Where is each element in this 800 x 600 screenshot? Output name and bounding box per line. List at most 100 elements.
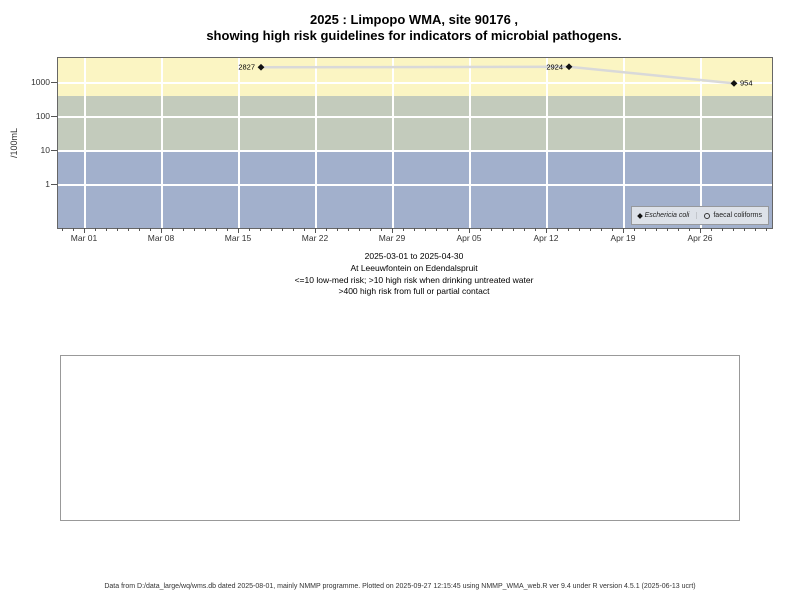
caption-guideline-contact: >400 high risk from full or partial cont… bbox=[57, 286, 771, 298]
legend-label-faecal: faecal coliforms bbox=[713, 212, 762, 219]
data-point-label: 2827 bbox=[238, 63, 255, 72]
data-point-marker bbox=[258, 64, 265, 71]
x-tick-minor bbox=[260, 228, 261, 231]
x-tick-minor bbox=[117, 228, 118, 231]
x-tick-label: Apr 12 bbox=[516, 233, 576, 243]
x-tick-minor bbox=[447, 228, 448, 231]
x-tick-minor bbox=[524, 228, 525, 231]
y-tick bbox=[51, 150, 57, 151]
x-tick-minor bbox=[656, 228, 657, 231]
x-tick-minor bbox=[579, 228, 580, 231]
x-tick-minor bbox=[150, 228, 151, 231]
x-tick-minor bbox=[568, 228, 569, 231]
x-tick-minor bbox=[282, 228, 283, 231]
x-tick-minor bbox=[733, 228, 734, 231]
legend-item-ecoli: Eschericia coli bbox=[638, 212, 690, 219]
caption-guideline-drinking: <=10 low-med risk; >10 high risk when dr… bbox=[57, 275, 771, 287]
data-point-label: 2924 bbox=[546, 62, 563, 71]
y-axis-label: /100mL bbox=[9, 113, 19, 173]
x-tick-minor bbox=[678, 228, 679, 231]
chart-caption: 2025-03-01 to 2025-04-30 At Leeuwfontein… bbox=[57, 251, 771, 298]
x-tick-minor bbox=[403, 228, 404, 231]
x-tick-label: Mar 22 bbox=[285, 233, 345, 243]
x-tick-label: Mar 29 bbox=[362, 233, 422, 243]
x-tick-label: Mar 08 bbox=[131, 233, 191, 243]
x-tick-minor bbox=[227, 228, 228, 231]
x-tick-minor bbox=[590, 228, 591, 231]
y-tick bbox=[51, 184, 57, 185]
x-tick-minor bbox=[722, 228, 723, 231]
x-tick-minor bbox=[183, 228, 184, 231]
x-tick-minor bbox=[216, 228, 217, 231]
x-tick-minor bbox=[271, 228, 272, 231]
x-tick-minor bbox=[744, 228, 745, 231]
x-tick-minor bbox=[304, 228, 305, 231]
x-tick-minor bbox=[612, 228, 613, 231]
x-tick-minor bbox=[359, 228, 360, 231]
x-tick-minor bbox=[205, 228, 206, 231]
x-tick-label: Apr 26 bbox=[670, 233, 730, 243]
x-tick-minor bbox=[194, 228, 195, 231]
x-tick-minor bbox=[436, 228, 437, 231]
x-tick-minor bbox=[370, 228, 371, 231]
legend-item-faecal: faecal coliforms bbox=[696, 212, 762, 219]
x-tick-minor bbox=[293, 228, 294, 231]
x-tick-minor bbox=[249, 228, 250, 231]
x-tick-minor bbox=[645, 228, 646, 231]
series-layer bbox=[58, 58, 772, 228]
x-tick-minor bbox=[326, 228, 327, 231]
x-tick-minor bbox=[95, 228, 96, 231]
empty-panel bbox=[60, 355, 740, 521]
x-tick-minor bbox=[414, 228, 415, 231]
data-point-marker bbox=[731, 80, 738, 87]
x-tick-minor bbox=[601, 228, 602, 231]
chart-title-line2: showing high risk guidelines for indicat… bbox=[57, 28, 771, 44]
x-tick-minor bbox=[128, 228, 129, 231]
x-tick-minor bbox=[172, 228, 173, 231]
x-tick-label: Apr 05 bbox=[439, 233, 499, 243]
y-tick bbox=[51, 116, 57, 117]
x-tick-minor bbox=[458, 228, 459, 231]
y-tick-label: 100 bbox=[16, 111, 50, 121]
x-tick-minor bbox=[689, 228, 690, 231]
x-tick-minor bbox=[381, 228, 382, 231]
x-tick-minor bbox=[491, 228, 492, 231]
filled-diamond-icon bbox=[637, 213, 643, 219]
x-tick-minor bbox=[667, 228, 668, 231]
x-tick-minor bbox=[480, 228, 481, 231]
data-point-label: 954 bbox=[740, 79, 753, 88]
x-tick-label: Mar 01 bbox=[54, 233, 114, 243]
x-tick-label: Apr 19 bbox=[593, 233, 653, 243]
x-tick-minor bbox=[502, 228, 503, 231]
x-tick-minor bbox=[348, 228, 349, 231]
x-tick-minor bbox=[711, 228, 712, 231]
footer-provenance: Data from D:/data_large/wq/wms.db dated … bbox=[0, 583, 800, 590]
legend-label-ecoli: Eschericia coli bbox=[645, 212, 690, 219]
y-tick-label: 1 bbox=[16, 179, 50, 189]
x-tick-minor bbox=[634, 228, 635, 231]
x-tick-label: Mar 15 bbox=[208, 233, 268, 243]
x-tick-minor bbox=[557, 228, 558, 231]
x-tick-minor bbox=[535, 228, 536, 231]
x-tick-minor bbox=[106, 228, 107, 231]
chart-title-line1: 2025 : Limpopo WMA, site 90176 , bbox=[57, 12, 771, 28]
x-tick-minor bbox=[513, 228, 514, 231]
x-tick-minor bbox=[73, 228, 74, 231]
x-tick-minor bbox=[62, 228, 63, 231]
x-tick-minor bbox=[425, 228, 426, 231]
y-tick-label: 1000 bbox=[16, 77, 50, 87]
page: 2025 : Limpopo WMA, site 90176 , showing… bbox=[0, 0, 800, 600]
x-tick-minor bbox=[766, 228, 767, 231]
x-tick-minor bbox=[139, 228, 140, 231]
chart-legend: Eschericia coli faecal coliforms bbox=[631, 206, 769, 225]
plot-area: Eschericia coli faecal coliforms 2827 292… bbox=[57, 57, 773, 229]
series-line bbox=[261, 67, 734, 84]
data-point-marker bbox=[566, 63, 573, 70]
chart-title: 2025 : Limpopo WMA, site 90176 , showing… bbox=[57, 12, 771, 44]
caption-location: At Leeuwfontein on Edendalspruit bbox=[57, 263, 771, 275]
y-tick bbox=[51, 82, 57, 83]
caption-date-range: 2025-03-01 to 2025-04-30 bbox=[57, 251, 771, 263]
open-circle-icon bbox=[704, 213, 710, 219]
x-tick-minor bbox=[337, 228, 338, 231]
x-tick-minor bbox=[755, 228, 756, 231]
